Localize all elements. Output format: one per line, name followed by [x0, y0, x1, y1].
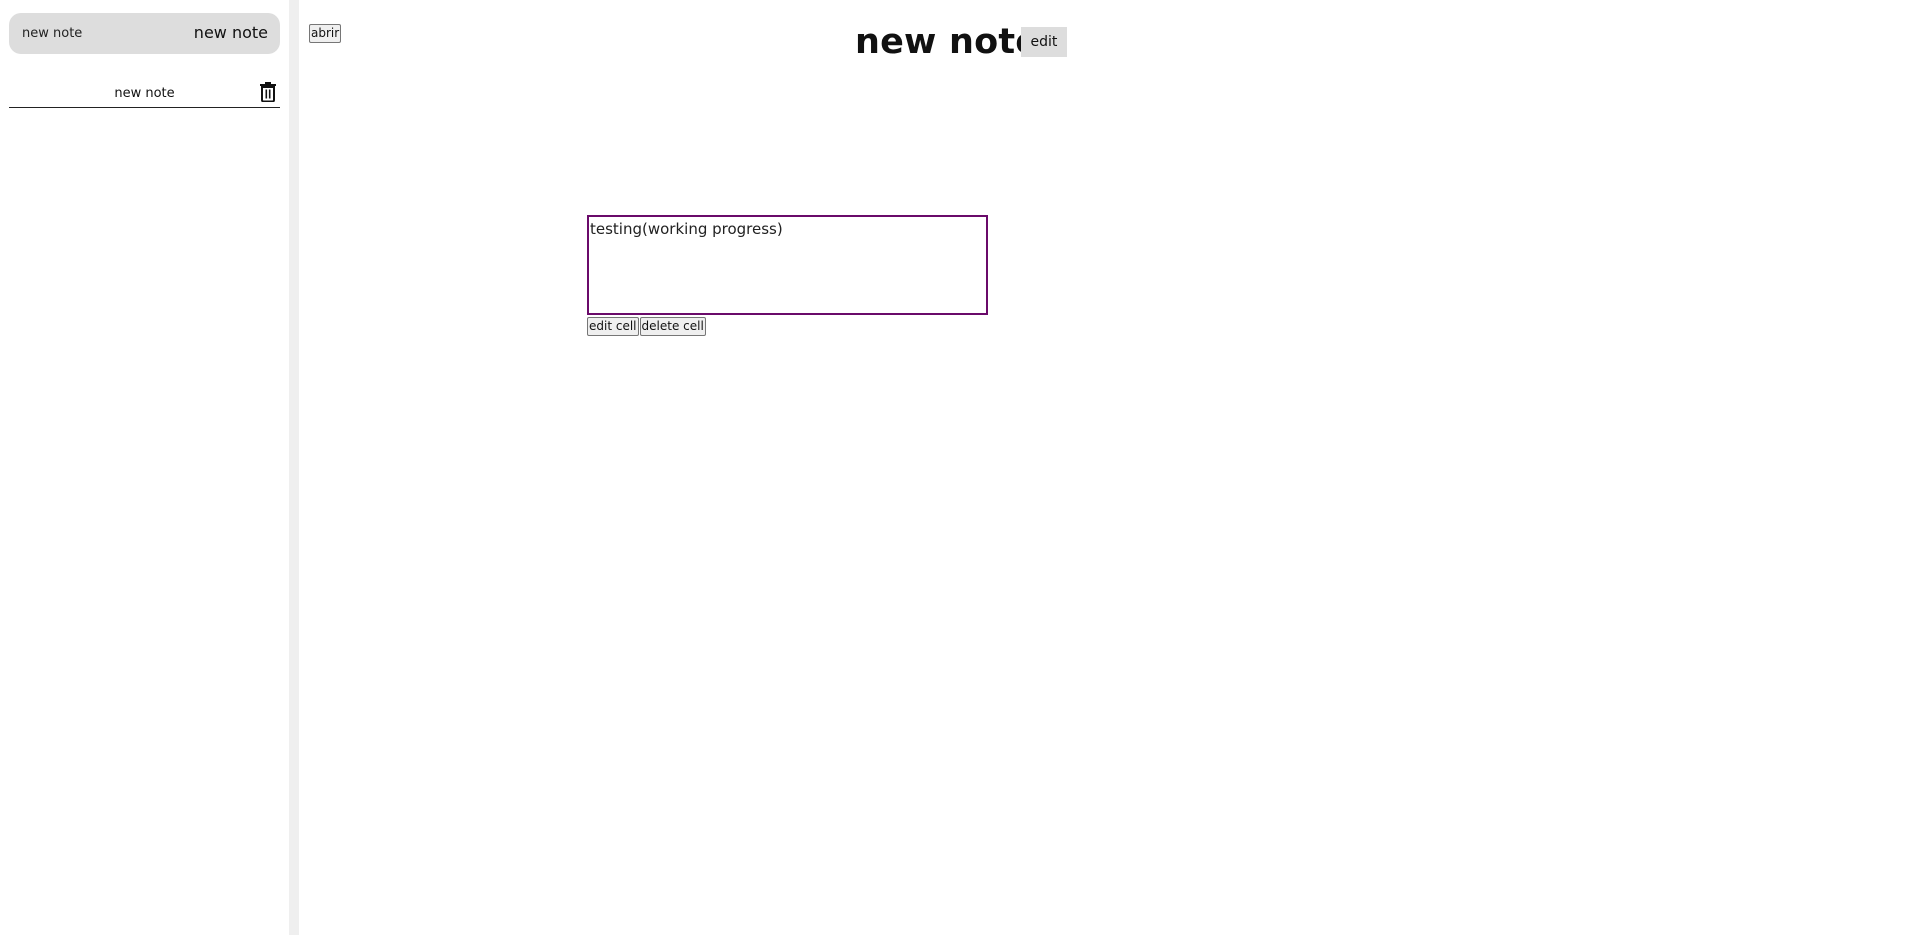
edit-cell-button[interactable]: edit cell [587, 317, 639, 336]
cell-actions: edit cell delete cell [587, 317, 706, 336]
sidebar-divider [289, 0, 299, 935]
trash-icon[interactable] [259, 82, 277, 102]
new-note-bar: new note new note [9, 13, 280, 54]
sidebar-note-item[interactable]: new note [9, 78, 280, 108]
sidebar: new note new note new note [0, 0, 289, 935]
sidebar-note-label: new note [114, 86, 175, 101]
open-sidebar-button[interactable]: abrir [309, 24, 342, 43]
note-cell: testing(working progress) [587, 215, 988, 315]
new-note-button[interactable]: new note [194, 23, 268, 42]
note-title: new note [855, 22, 1040, 62]
cell-content: testing(working progress) [590, 220, 783, 238]
delete-cell-button[interactable]: delete cell [639, 317, 706, 336]
new-note-input[interactable]: new note [22, 26, 82, 41]
edit-title-button[interactable]: edit [1021, 27, 1067, 57]
